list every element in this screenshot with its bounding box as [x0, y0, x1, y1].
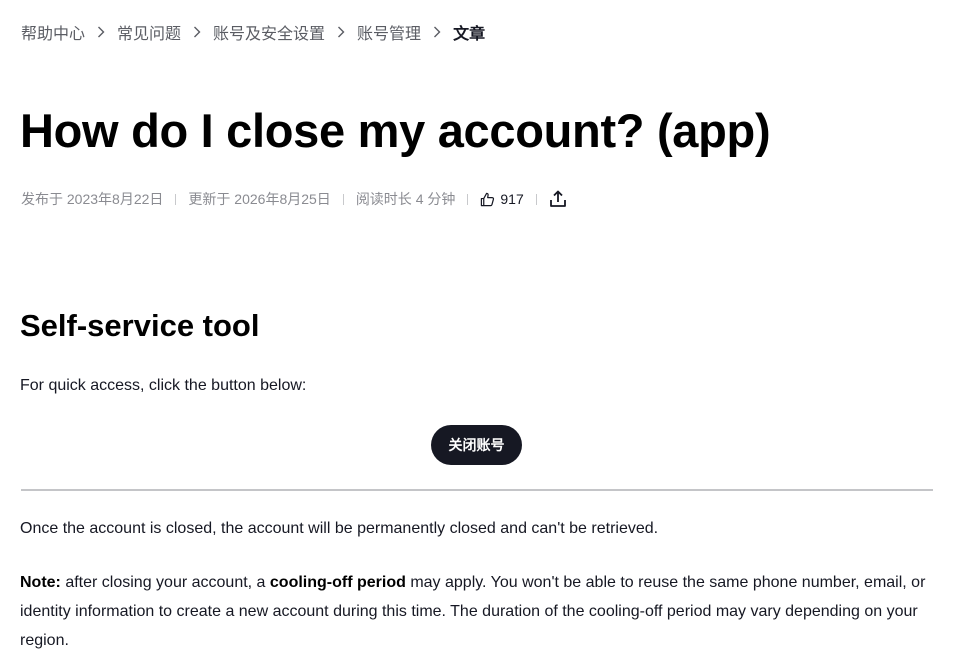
share-button[interactable]	[549, 190, 567, 208]
breadcrumb-help-center[interactable]: 帮助中心	[21, 20, 85, 44]
thumbs-up-icon	[480, 192, 500, 207]
divider	[21, 489, 933, 491]
cooling-off-term: cooling-off period	[269, 574, 406, 591]
meta-divider	[342, 193, 344, 205]
section-title: Self-service tool	[20, 308, 260, 343]
meta-divider	[175, 193, 177, 205]
breadcrumb-current: 文章	[453, 26, 486, 43]
intro-text: For quick access, click the button below…	[20, 377, 307, 394]
breadcrumb-account-security[interactable]: 账号及安全设置	[213, 20, 325, 44]
meta-divider	[535, 193, 537, 205]
published-date: 发布于 2023年8月22日	[21, 191, 164, 207]
note-text-before: after closing your account, a	[60, 574, 270, 591]
chevron-right-icon	[325, 20, 357, 44]
like-count: 917	[500, 191, 524, 207]
closure-warning-text: Once the account is closed, the account …	[20, 520, 659, 537]
breadcrumb: 帮助中心 常见问题 账号及安全设置 账号管理 文章	[21, 20, 485, 44]
chevron-right-icon	[421, 20, 453, 44]
note-paragraph: Note: after closing your account, a cool…	[20, 568, 938, 655]
share-icon	[549, 190, 567, 208]
note-label: Note:	[20, 574, 61, 591]
updated-date: 更新于 2026年8月25日	[188, 191, 331, 207]
meta-divider	[467, 193, 469, 205]
chevron-right-icon	[85, 20, 117, 44]
breadcrumb-faq[interactable]: 常见问题	[117, 20, 181, 44]
breadcrumb-account-management[interactable]: 账号管理	[357, 20, 421, 44]
like-button[interactable]: 917	[480, 191, 524, 207]
article-meta: 发布于 2023年8月22日 更新于 2026年8月25日 阅读时长 4 分钟 …	[21, 187, 567, 211]
read-time: 阅读时长 4 分钟	[355, 191, 456, 207]
close-account-button[interactable]: 关闭账号	[431, 425, 522, 465]
page-title: How do I close my account? (app)	[20, 104, 771, 157]
chevron-right-icon	[181, 20, 213, 44]
